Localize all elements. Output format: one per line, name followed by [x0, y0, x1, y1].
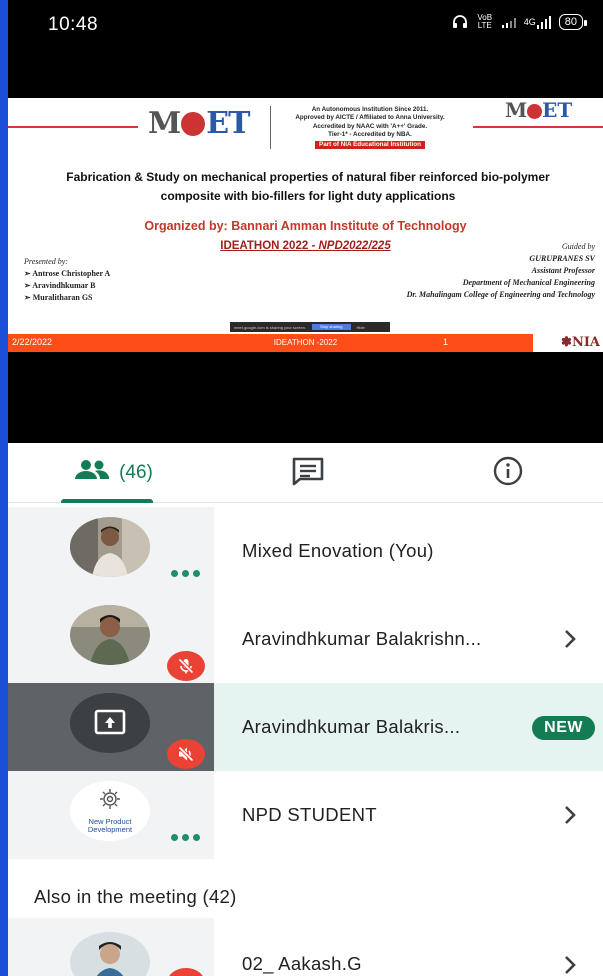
slide-title: Fabrication & Study on mechanical proper… [66, 170, 550, 203]
status-time: 10:48 [48, 14, 99, 35]
footer-center: IDEATHON -2022 [273, 338, 338, 347]
mic-off-icon [167, 651, 205, 681]
4g-signal-icon: 4G [524, 15, 551, 29]
network-type: 4G [523, 17, 536, 27]
info-icon [492, 455, 524, 492]
institution-line: Tier-1* - Accredited by NBA. [328, 131, 412, 139]
battery-indicator: 80 [558, 14, 588, 30]
also-in-meeting-heading: Also in the meeting (42) [34, 886, 237, 907]
presenter-name-text: Antrose Christopher A [32, 269, 111, 278]
organized-by: Organized by: Bannari Amman Institute of… [144, 219, 467, 233]
ideathon-prefix: IDEATHON 2022 - [220, 240, 319, 252]
presenter-name: ➢ Aravindhkumar B [24, 281, 96, 290]
nia-logo: ✽NIA [533, 334, 603, 352]
mcet-logo-mark: M ET [148, 106, 250, 141]
guide-name: GURUPRANES SV [529, 254, 595, 263]
guide-dept: Department of Mechanical Engineering [462, 278, 595, 287]
tab-chat[interactable] [258, 443, 358, 503]
slide-divider-left [8, 126, 138, 128]
guided-label: Guided by [561, 242, 595, 251]
institution-info: An Autonomous Institution Since 2011. Ap… [270, 106, 465, 150]
avatar [70, 605, 150, 665]
ideathon-number: NPD2022/225 [318, 240, 391, 252]
avatar [70, 517, 150, 577]
guide-role: Assistant Professor [531, 266, 595, 275]
participant-row[interactable]: New Product Development NPD STUDENT [8, 771, 603, 859]
present-screen-icon [70, 693, 150, 753]
chevron-right-icon[interactable] [559, 626, 581, 652]
presenter-name: ➢ Muralitharan GS [24, 293, 93, 302]
panel-tabs: (46) [8, 443, 603, 503]
people-count: (46) [119, 462, 153, 483]
more-options-icon[interactable] [171, 831, 205, 843]
participant-row[interactable]: Mixed Enovation (You) [8, 507, 603, 595]
participant-name: Aravindhkumar Balakrishn... [242, 628, 482, 649]
screen-share-bar: meet.google.com is sharing your screen. … [230, 322, 390, 332]
share-text: meet.google.com is sharing your screen. [234, 324, 307, 330]
signal-icon [501, 16, 516, 28]
mcet-logo-small-mark: M ET [505, 98, 573, 122]
presented-label: Presented by: [24, 257, 68, 266]
institution-line: Approved by AICTE / Affiliated to Anna U… [295, 114, 445, 122]
shared-slide: M ET An Autonomous Institution Since 2011… [8, 98, 603, 352]
slide-footer: 2/22/2022 IDEATHON -2022 1 ✽NIA [8, 334, 603, 352]
active-tab-indicator [61, 499, 153, 503]
participant-row[interactable]: 02_ Aakash.G [8, 918, 603, 976]
status-icons: VoB LTE 4G 80 [452, 13, 588, 30]
more-options-icon[interactable] [171, 567, 205, 579]
guided-by: Guided by GURUPRANES SV Assistant Profes… [407, 241, 595, 301]
new-badge: NEW [532, 716, 595, 740]
presented-by: Presented by: ➢ Antrose Christopher A ➢ … [24, 256, 110, 304]
participant-name: NPD STUDENT [242, 804, 377, 825]
tab-info[interactable] [458, 443, 558, 503]
headphones-icon [452, 15, 468, 29]
status-bar: 10:48 VoB LTE 4G 80 [8, 0, 603, 50]
footer-page: 1 [443, 337, 449, 347]
stop-sharing-button[interactable]: Stop sharing [312, 324, 351, 330]
chevron-right-icon[interactable] [559, 802, 581, 828]
volume-off-icon [167, 739, 205, 769]
avatar-org-text: New Product Development [87, 817, 133, 834]
presenter-name-text: Muralitharan GS [32, 293, 93, 302]
hide-button[interactable]: Hide [357, 325, 365, 330]
institution-line: An Autonomous Institution Since 2011. [311, 106, 429, 113]
institution-line: Accredited by NAAC with 'A++' Grade. [312, 122, 428, 130]
participant-name: Aravindhkumar Balakris... [242, 716, 461, 737]
volte-icon: VoB LTE [477, 13, 493, 30]
mcet-logo: M ET [148, 106, 268, 150]
presenter-name: ➢ Antrose Christopher A [24, 269, 111, 278]
tab-people[interactable]: (46) [48, 443, 178, 503]
participant-row[interactable]: Aravindhkumar Balakrishn... [8, 595, 603, 683]
chevron-right-icon[interactable] [559, 952, 581, 976]
participant-name: 02_ Aakash.G [242, 953, 362, 974]
mcet-logo-small: M ET [505, 98, 595, 134]
device-frame: 10:48 VoB LTE 4G 80 M ET An Autonomous In… [0, 0, 603, 976]
chat-icon [291, 456, 325, 491]
phone-screen: 10:48 VoB LTE 4G 80 M ET An Autonomous In… [8, 0, 603, 976]
presenter-name-text: Aravindhkumar B [32, 281, 96, 290]
people-icon [73, 459, 111, 487]
guide-college: Dr. Mahalingam College of Engineering an… [406, 290, 595, 299]
participant-row-presenting[interactable]: Aravindhkumar Balakris... NEW [8, 683, 603, 771]
avatar: New Product Development [70, 781, 150, 841]
nia-tag: Part of NIA Educational Institution [315, 140, 425, 150]
participant-name: Mixed Enovation (You) [242, 540, 434, 561]
nia-logo-text: NIA [571, 335, 600, 350]
